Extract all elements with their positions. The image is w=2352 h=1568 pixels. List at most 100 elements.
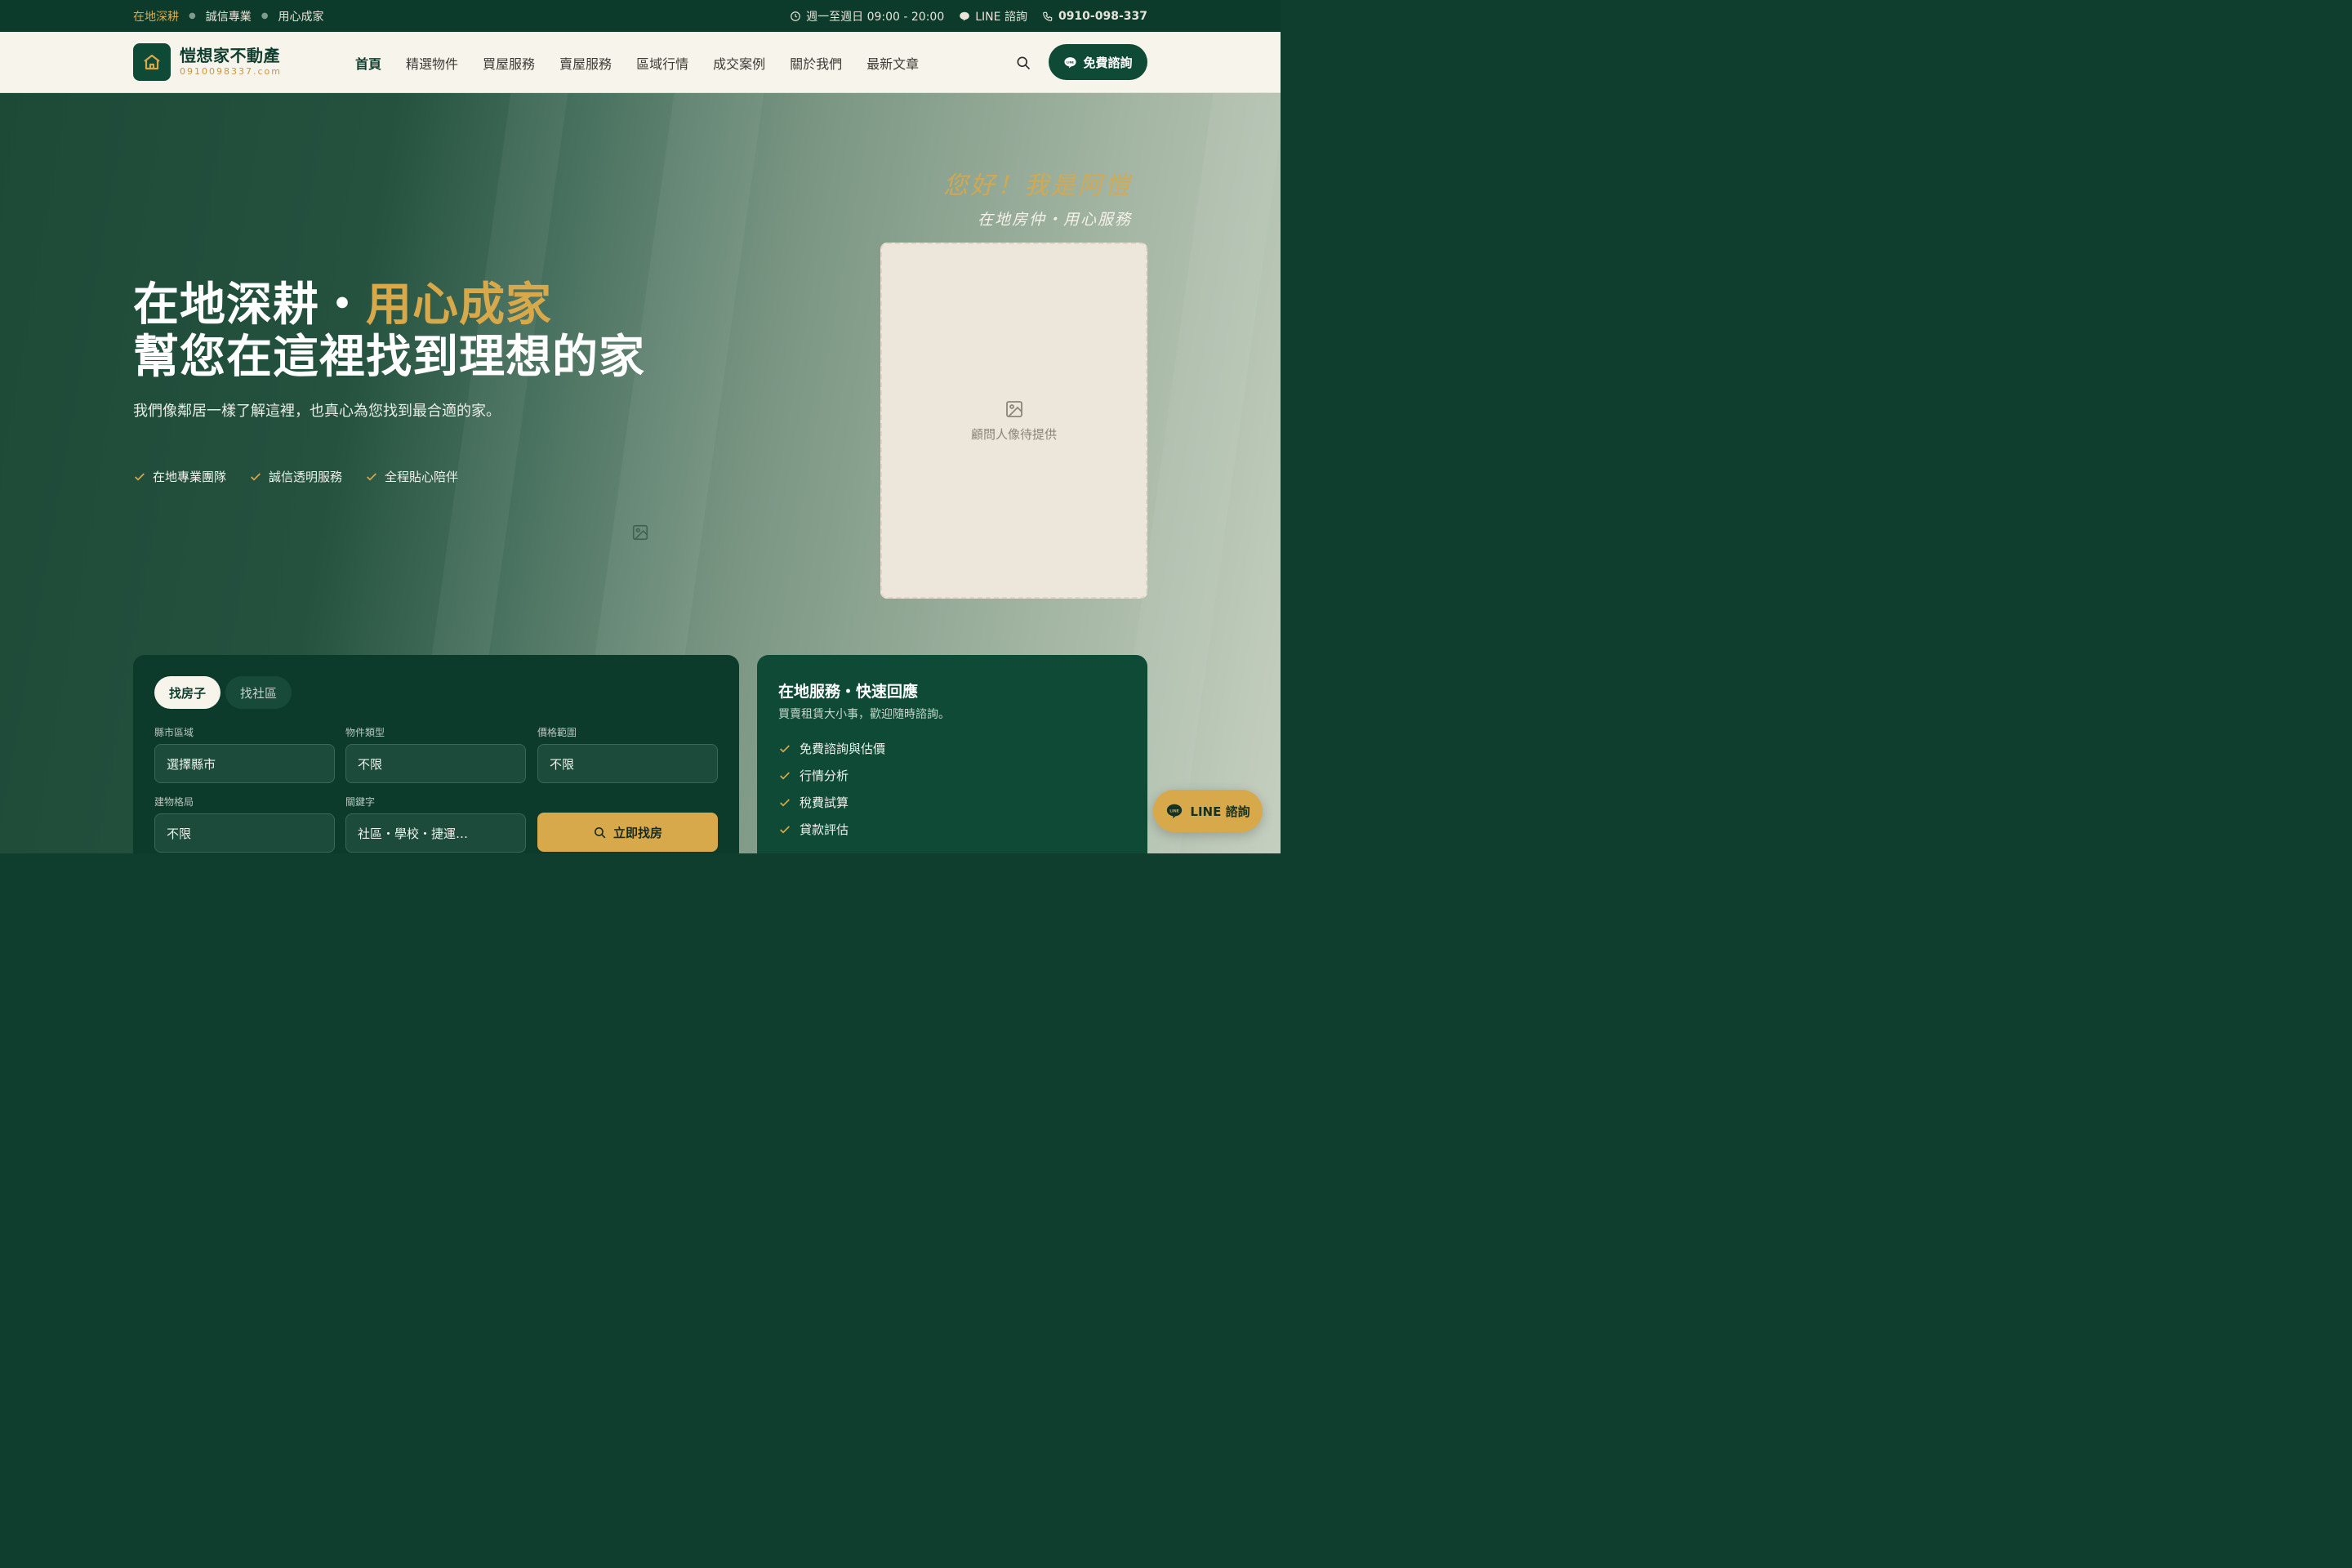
tab-find-house[interactable]: 找房子 xyxy=(154,676,221,709)
slogan-1: 在地深耕 xyxy=(133,10,179,24)
check-icon xyxy=(780,825,790,834)
feature-item: 在地專業團隊 xyxy=(133,468,226,485)
greeting-subtitle: 在地房仲・用心服務 xyxy=(977,211,1132,229)
separator-dot: ● xyxy=(189,11,196,20)
field-label: 物件類型 xyxy=(345,727,385,738)
line-link-label: LINE 諮詢 xyxy=(975,10,1027,24)
advisor-portrait-placeholder: 顧問人像待提供 xyxy=(880,243,1147,599)
feature-item: 誠信透明服務 xyxy=(249,468,342,485)
brand-domain: 0910098337.com xyxy=(180,66,282,77)
nav-cases[interactable]: 成交案例 xyxy=(701,53,777,73)
clock-icon xyxy=(791,11,800,21)
search-button[interactable] xyxy=(1013,52,1034,74)
svg-text:LINE: LINE xyxy=(1067,60,1076,64)
hero-features: 在地專業團隊 誠信透明服務 全程貼心陪伴 xyxy=(133,468,458,485)
service-title: 在地服務・快速回應 xyxy=(778,683,919,701)
nav-market[interactable]: 區域行情 xyxy=(624,53,701,73)
keyword-input[interactable]: 社區・學校・捷運… xyxy=(345,813,526,853)
site-header: 愷想家不動產 0910098337.com 首頁 精選物件 買屋服務 賣屋服務 … xyxy=(0,32,1281,93)
service-item-label: 行情分析 xyxy=(800,768,849,783)
feature-label: 誠信透明服務 xyxy=(269,470,343,484)
price-field: 價格範圍 不限 xyxy=(537,725,718,783)
layout-select[interactable]: 不限 xyxy=(154,813,335,853)
hero-title-line2: 幫您在這裡找到理想的家 xyxy=(133,331,645,384)
check-icon xyxy=(251,472,261,481)
find-house-button[interactable]: 立即找房 xyxy=(537,813,718,852)
field-label: 價格範圍 xyxy=(537,727,577,738)
type-field: 物件類型 不限 xyxy=(345,725,526,783)
nav-featured[interactable]: 精選物件 xyxy=(394,53,470,73)
price-select[interactable]: 不限 xyxy=(537,744,718,783)
property-search-panel: 找房子 找社區 縣市區域 選擇縣市 物件類型 不限 價格範圍 不限 建物格局 不… xyxy=(133,655,739,853)
line-chat-icon xyxy=(960,11,970,21)
top-bar: 在地深耕 ● 誠信專業 ● 用心成家 週一至週日 09:00 - 20:00 L… xyxy=(0,0,1281,32)
service-item-label: 貸款評估 xyxy=(800,822,849,837)
svg-text:LINE: LINE xyxy=(1170,808,1180,813)
feature-item: 全程貼心陪伴 xyxy=(365,468,458,485)
type-select[interactable]: 不限 xyxy=(345,744,526,783)
hero-title: 在地深耕・用心成家 幫您在這裡找到理想的家 xyxy=(133,279,645,384)
service-item: 行情分析 xyxy=(778,762,885,789)
nav-sell[interactable]: 賣屋服務 xyxy=(547,53,624,73)
brand[interactable]: 愷想家不動產 0910098337.com xyxy=(180,47,282,77)
service-description: 買賣租賃大小事，歡迎隨時諮詢。 xyxy=(778,708,950,721)
nav-about[interactable]: 關於我們 xyxy=(777,53,854,73)
line-link[interactable]: LINE 諮詢 xyxy=(959,8,1027,24)
slogan-2: 誠信專業 xyxy=(205,10,252,24)
layout-field: 建物格局 不限 xyxy=(154,795,335,853)
floating-line-label: LINE 諮詢 xyxy=(1190,804,1250,819)
check-icon xyxy=(367,472,376,481)
greeting: 您好！我是阿愷 在地房仲・用心服務 xyxy=(943,165,1132,229)
hero-title-gold: 用心成家 xyxy=(366,278,552,332)
local-service-panel: 在地服務・快速回應 買賣租賃大小事，歡迎隨時諮詢。 免費諮詢與估價 行情分析 稅… xyxy=(757,655,1147,853)
image-placeholder-icon xyxy=(1005,400,1022,417)
check-icon xyxy=(780,798,790,807)
service-item: 貸款評估 xyxy=(778,816,885,843)
tab-find-community[interactable]: 找社區 xyxy=(225,676,292,709)
portrait-placeholder-text: 顧問人像待提供 xyxy=(970,426,1057,442)
service-item: 稅費試算 xyxy=(778,789,885,816)
logo[interactable] xyxy=(133,43,171,81)
contact-group: 週一至週日 09:00 - 20:00 LINE 諮詢 0910-098-337 xyxy=(790,8,1147,24)
hero-title-white: 在地深耕・ xyxy=(133,278,366,332)
separator-dot: ● xyxy=(261,11,269,20)
greeting-title: 您好！我是阿愷 xyxy=(943,172,1132,200)
field-label: 縣市區域 xyxy=(154,727,194,738)
business-hours: 週一至週日 09:00 - 20:00 xyxy=(790,8,944,24)
slogan-3: 用心成家 xyxy=(278,10,324,24)
find-house-label: 立即找房 xyxy=(612,825,662,840)
service-item: 免費諮詢與估價 xyxy=(778,735,885,762)
phone-link[interactable]: 0910-098-337 xyxy=(1042,10,1147,23)
check-icon xyxy=(135,472,145,481)
hero-subtitle: 我們像鄰居一樣了解這裡，也真心為您找到最合適的家。 xyxy=(133,403,501,420)
check-icon xyxy=(780,771,790,780)
field-label: 關鍵字 xyxy=(345,796,376,808)
line-chat-icon: LINE xyxy=(1064,56,1077,69)
nav-articles[interactable]: 最新文章 xyxy=(854,53,931,73)
nav-home[interactable]: 首頁 xyxy=(343,53,394,73)
keyword-field: 關鍵字 社區・學校・捷運… xyxy=(345,795,526,853)
field-label: 建物格局 xyxy=(154,796,194,808)
county-field: 縣市區域 選擇縣市 xyxy=(154,725,335,783)
house-icon xyxy=(144,54,160,70)
feature-label: 在地專業團隊 xyxy=(153,470,227,484)
search-icon xyxy=(595,826,606,838)
check-icon xyxy=(780,744,790,753)
brand-name: 愷想家不動產 xyxy=(180,46,280,65)
slogan-group: 在地深耕 ● 誠信專業 ● 用心成家 xyxy=(133,8,323,24)
feature-label: 全程貼心陪伴 xyxy=(385,470,459,484)
free-consult-button[interactable]: LINE 免費諮詢 xyxy=(1049,44,1147,80)
search-icon xyxy=(1017,56,1031,70)
free-consult-label: 免費諮詢 xyxy=(1083,55,1133,70)
floating-line-button[interactable]: LINE LINE 諮詢 xyxy=(1153,790,1263,832)
county-select[interactable]: 選擇縣市 xyxy=(154,744,335,783)
hours-text: 週一至週日 09:00 - 20:00 xyxy=(806,10,945,24)
image-placeholder-icon xyxy=(631,523,649,545)
phone-icon xyxy=(1043,11,1053,21)
nav-buy[interactable]: 買屋服務 xyxy=(470,53,547,73)
service-item-label: 免費諮詢與估價 xyxy=(800,742,886,756)
service-item-label: 稅費試算 xyxy=(800,795,849,810)
hero-section: 在地深耕・用心成家 幫您在這裡找到理想的家 我們像鄰居一樣了解這裡，也真心為您找… xyxy=(0,93,1281,853)
phone-number: 0910-098-337 xyxy=(1058,9,1147,23)
service-list: 免費諮詢與估價 行情分析 稅費試算 貸款評估 xyxy=(778,735,885,843)
